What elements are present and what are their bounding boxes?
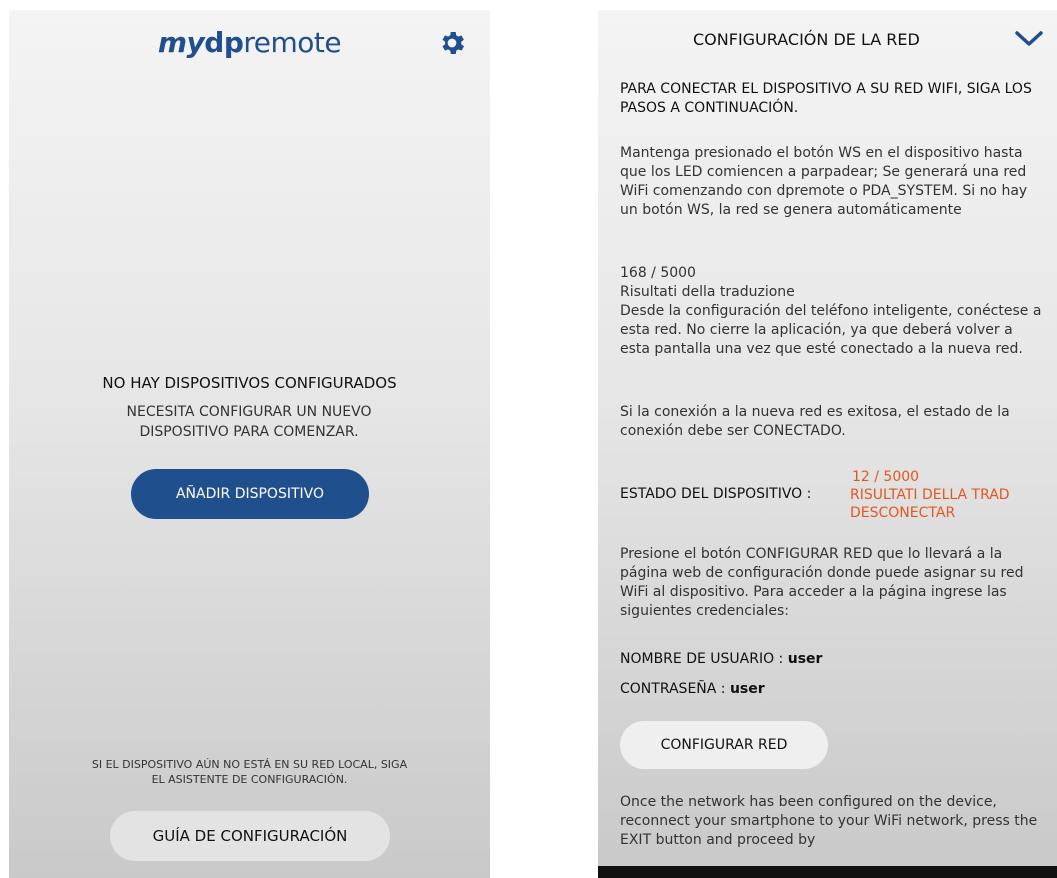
password-row: CONTRASEÑA : user [620, 681, 765, 697]
home-screen: mydpremote NO HAY DISPOSITIVOS CONFIGURA… [9, 10, 490, 878]
network-config-screen: CONFIGURACIÓN DE LA RED PARA CONECTAR EL… [598, 10, 1057, 870]
setup-guide-button[interactable]: GUÍA DE CONFIGURACIÓN [110, 811, 390, 861]
step3-text: Si la conexión a la nueva red es exitosa… [620, 404, 1010, 439]
password-value: user [729, 681, 765, 697]
gear-icon[interactable] [437, 28, 467, 58]
step4-text: Presione el botón CONFIGURAR RED que lo … [620, 546, 1024, 619]
username-value: user [787, 651, 823, 667]
username-row: NOMBRE DE USUARIO : user [620, 651, 823, 667]
configure-network-button[interactable]: CONFIGURAR RED [620, 721, 828, 769]
device-status-value: 12 / 5000 RISULTATI DELLA TRAD DESCONECT… [850, 469, 1010, 521]
step1-text: Mantenga presionado el botón WS en el di… [620, 145, 1028, 218]
step2-text: Desde la configuración del teléfono inte… [620, 303, 1042, 357]
page-title: CONFIGURACIÓN DE LA RED [693, 30, 920, 49]
setup-note: SI EL DISPOSITIVO AÚN NO ESTÁ EN SU RED … [91, 758, 408, 786]
char-counter: 168 / 5000 [620, 265, 696, 281]
system-nav-bar [598, 866, 1057, 878]
intro-text: PARA CONECTAR EL DISPOSITIVO A SU RED WI… [620, 81, 1032, 116]
translation-label: Risultati della traduzione [620, 284, 795, 300]
step5-text: Once the network has been configured on … [620, 794, 1038, 848]
empty-state-title: NO HAY DISPOSITIVOS CONFIGURADOS [102, 374, 397, 392]
chevron-down-icon[interactable] [1014, 30, 1044, 48]
app-logo: mydpremote [157, 26, 342, 59]
add-device-button[interactable]: AÑADIR DISPOSITIVO [131, 469, 369, 519]
device-status-label: ESTADO DEL DISPOSITIVO : [620, 486, 812, 502]
empty-state-subtitle: NECESITA CONFIGURAR UN NUEVO DISPOSITIVO… [126, 404, 372, 440]
